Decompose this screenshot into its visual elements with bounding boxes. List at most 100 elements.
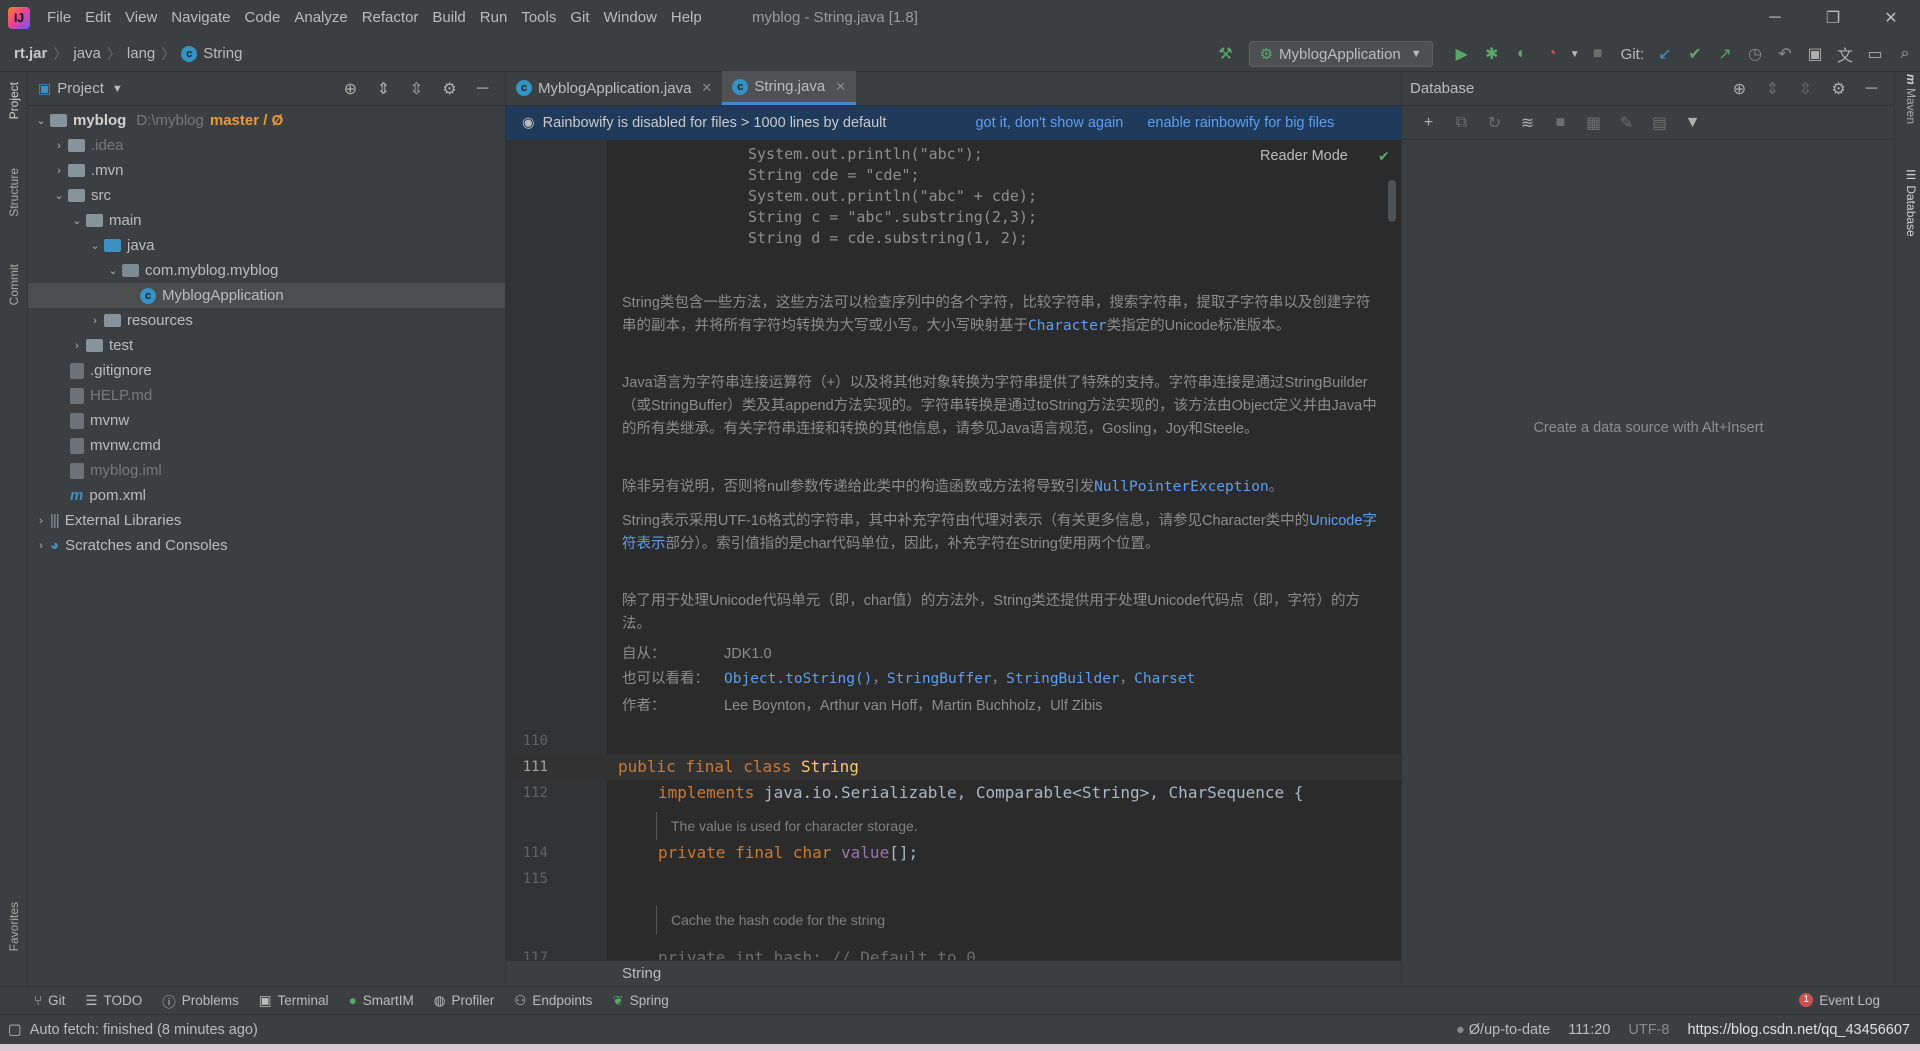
tool-tab-smartim[interactable]: ● SmartIM — [349, 993, 414, 1008]
profile-icon[interactable]: ◔ — [1537, 39, 1567, 69]
chevron-right-icon[interactable]: › — [32, 540, 50, 552]
stop-icon[interactable]: ■ — [1544, 114, 1577, 132]
build-hammer-icon[interactable]: ⚒ — [1211, 39, 1241, 69]
copy-icon[interactable]: ⧉ — [1445, 114, 1478, 132]
chevron-right-icon[interactable]: › — [68, 340, 86, 352]
tree-item[interactable]: › resources — [28, 308, 505, 333]
filter-icon[interactable]: ▼ — [1676, 114, 1709, 132]
chevron-down-icon[interactable]: ⌄ — [68, 214, 86, 227]
project-panel-title[interactable]: Project — [57, 80, 104, 97]
menu-file[interactable]: File — [40, 0, 78, 36]
tree-item[interactable]: › test — [28, 333, 505, 358]
refresh-icon[interactable]: ↻ — [1478, 113, 1511, 133]
chevron-right-icon[interactable]: › — [50, 165, 68, 177]
collapse-all-icon[interactable]: ⇳ — [1789, 79, 1822, 99]
git-history-icon[interactable]: ◷ — [1740, 39, 1770, 69]
close-icon[interactable]: ✕ — [835, 79, 846, 95]
see-link-charset[interactable]: Charset — [1134, 671, 1195, 687]
breadcrumb-java[interactable]: java — [67, 45, 107, 62]
query-console-icon[interactable]: ▤ — [1643, 113, 1676, 133]
menu-navigate[interactable]: Navigate — [164, 0, 237, 36]
menu-git[interactable]: Git — [563, 0, 596, 36]
menu-window[interactable]: Window — [597, 0, 664, 36]
tree-item[interactable]: mvnw — [28, 408, 505, 433]
menu-analyze[interactable]: Analyze — [287, 0, 354, 36]
tree-item[interactable]: › ◕ Scratches and Consoles — [28, 533, 505, 558]
chevron-down-icon[interactable]: ⌄ — [104, 264, 122, 277]
presentation-icon[interactable]: ▭ — [1860, 39, 1890, 69]
tree-item[interactable]: ⌄ main — [28, 208, 505, 233]
gear-icon[interactable]: ⚙ — [1822, 79, 1855, 99]
search-everywhere-icon[interactable]: ⌕ — [1890, 39, 1920, 69]
tool-tab-endpoints[interactable]: ⚇ Endpoints — [514, 993, 592, 1009]
chevron-right-icon[interactable]: › — [50, 140, 68, 152]
menu-refactor[interactable]: Refactor — [355, 0, 426, 36]
editor-breadcrumb-footer[interactable]: String — [506, 960, 1401, 986]
tree-item[interactable]: HELP.md — [28, 383, 505, 408]
menu-run[interactable]: Run — [473, 0, 515, 36]
tree-item[interactable]: ⌄ java — [28, 233, 505, 258]
tree-item[interactable]: c MyblogApplication — [28, 283, 505, 308]
expand-all-icon[interactable]: ⇕ — [367, 79, 400, 99]
database-tool-tab[interactable]: ☰ Database — [1898, 168, 1918, 237]
breadcrumb-string[interactable]: c String — [175, 45, 248, 62]
more-run-chevron-icon[interactable]: ▼ — [1567, 39, 1583, 69]
add-datasource-icon[interactable]: + — [1412, 114, 1445, 132]
hide-panel-icon[interactable]: ─ — [1855, 80, 1888, 98]
tree-root-myblog[interactable]: ⌄ myblog D:\myblog master / Ø — [28, 108, 505, 133]
chevron-right-icon[interactable]: › — [32, 515, 50, 527]
translate-icon[interactable]: 文 — [1830, 39, 1860, 69]
tool-tab-todo[interactable]: ☰ TODO — [85, 993, 142, 1009]
menu-code[interactable]: Code — [237, 0, 287, 36]
maven-tool-tab[interactable]: m Maven — [1898, 74, 1918, 124]
tree-item[interactable]: ⌄ src — [28, 183, 505, 208]
coverage-icon[interactable]: ◐ — [1507, 39, 1537, 69]
git-update-icon[interactable]: ↙ — [1650, 39, 1680, 69]
null-pointer-exception-link[interactable]: NullPointerException — [1094, 479, 1269, 495]
see-link-stringbuilder[interactable]: StringBuilder — [1006, 671, 1120, 687]
git-push-icon[interactable]: ↗ — [1710, 39, 1740, 69]
project-tool-tab[interactable]: Project — [2, 82, 26, 119]
run-icon[interactable]: ▶ — [1447, 39, 1477, 69]
hide-panel-icon[interactable]: ─ — [466, 80, 499, 98]
breadcrumb-lang[interactable]: lang — [121, 45, 161, 62]
status-message[interactable]: Auto fetch: finished (8 minutes ago) — [30, 1022, 258, 1038]
tree-item[interactable]: ⌄ com.myblog.myblog — [28, 258, 505, 283]
character-link[interactable]: Character — [1028, 318, 1107, 334]
caret-position[interactable]: 111:20 — [1568, 1022, 1610, 1038]
tree-item[interactable]: mvnw.cmd — [28, 433, 505, 458]
code-editor[interactable]: System.out.println("abc"); String cde = "… — [506, 140, 1401, 960]
tree-item[interactable]: m pom.xml — [28, 483, 505, 508]
editor-scrollbar-thumb[interactable] — [1388, 180, 1396, 222]
tree-item[interactable]: › .mvn — [28, 158, 505, 183]
close-button[interactable]: ✕ — [1862, 0, 1920, 36]
menu-tools[interactable]: Tools — [514, 0, 563, 36]
minimize-button[interactable]: ─ — [1746, 0, 1804, 36]
project-structure-icon[interactable]: ▣ — [1800, 39, 1830, 69]
expand-all-icon[interactable]: ⇕ — [1756, 79, 1789, 99]
git-commit-icon[interactable]: ✔ — [1680, 39, 1710, 69]
structure-tool-tab[interactable]: Structure — [2, 168, 26, 217]
breadcrumb-rt-jar[interactable]: rt.jar — [0, 45, 53, 62]
stop-icon[interactable]: ■ — [1583, 39, 1613, 69]
tool-tab-profiler[interactable]: ◍ Profiler — [434, 993, 495, 1009]
see-link-stringbuffer[interactable]: StringBuffer — [887, 671, 992, 687]
locate-file-icon[interactable]: ⊕ — [334, 79, 367, 99]
tool-tab-problems[interactable]: ⓘ Problems — [162, 991, 239, 1011]
tab-string-java[interactable]: c String.java ✕ — [722, 71, 857, 105]
tree-item[interactable]: › .idea — [28, 133, 505, 158]
tool-tab-spring[interactable]: ❦ Spring — [612, 993, 668, 1009]
menu-build[interactable]: Build — [425, 0, 472, 36]
gear-icon[interactable]: ⚙ — [433, 79, 466, 99]
restore-button[interactable]: ❐ — [1804, 0, 1862, 36]
tab-myblog-application[interactable]: c MyblogApplication.java ✕ — [506, 71, 722, 105]
table-icon[interactable]: ▦ — [1577, 113, 1610, 133]
tree-item[interactable]: myblog.iml — [28, 458, 505, 483]
chevron-down-icon[interactable]: ⌄ — [86, 239, 104, 252]
run-configuration-select[interactable]: ⚙ MyblogApplication ▼ — [1248, 41, 1433, 67]
schema-filter-icon[interactable]: ≋ — [1511, 113, 1544, 133]
dismiss-banner-link[interactable]: got it, don't show again — [975, 115, 1123, 131]
tree-item[interactable]: › ||| External Libraries — [28, 508, 505, 533]
reader-mode-toggle[interactable]: Reader Mode — [1260, 148, 1348, 164]
see-link-object-tostring[interactable]: Object.toString() — [724, 671, 872, 687]
